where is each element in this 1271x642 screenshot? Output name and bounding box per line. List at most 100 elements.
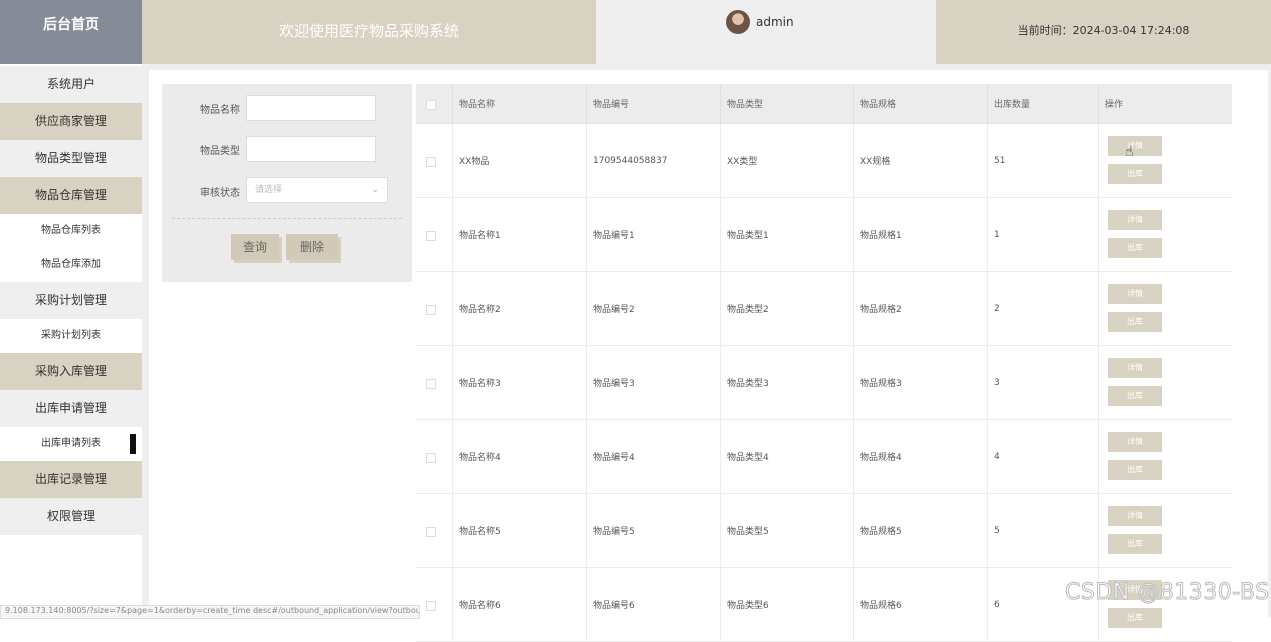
detail-button[interactable]: 详情 xyxy=(1108,432,1162,452)
table-row: 物品名称4 物品编号4 物品类型4 物品规格4 4 详情 出库 xyxy=(416,420,1232,494)
cell-qty: 3 xyxy=(994,377,1000,388)
delete-button[interactable]: 删除 xyxy=(286,234,338,260)
outbound-button[interactable]: 出库 xyxy=(1108,238,1162,258)
cell-type: 物品类型5 xyxy=(727,527,769,537)
sidebar-item-purchase-inbound[interactable]: 采购入库管理 xyxy=(0,353,142,390)
detail-button[interactable]: 详情 xyxy=(1108,358,1162,378)
cell-name: 物品名称4 xyxy=(459,453,501,463)
column-header-name: 物品名称 xyxy=(459,100,496,110)
row-checkbox[interactable] xyxy=(426,526,436,537)
column-header-code: 物品编号 xyxy=(593,100,630,110)
cell-spec: 物品规格4 xyxy=(860,453,902,463)
mouse-pointer-icon: ☝ xyxy=(1125,144,1134,160)
table-header: 物品名称 物品编号 物品类型 物品规格 出库数量 操作 xyxy=(416,84,1232,124)
cell-name: 物品名称5 xyxy=(459,527,501,537)
outbound-button[interactable]: 出库 xyxy=(1108,312,1162,332)
cell-name: 物品名称3 xyxy=(459,379,501,389)
avatar[interactable] xyxy=(726,10,750,34)
sidebar-item-outbound-request[interactable]: 出库申请管理 xyxy=(0,390,142,427)
cell-spec: 物品规格3 xyxy=(860,379,902,389)
cell-type: 物品类型1 xyxy=(727,231,769,241)
brand-title[interactable]: 后台首页 xyxy=(0,0,142,64)
column-divider xyxy=(1098,198,1099,271)
column-header-spec: 物品规格 xyxy=(860,100,897,110)
chevron-down-icon: ⌄ xyxy=(371,185,379,195)
item-type-label: 物品类型 xyxy=(200,146,240,157)
review-status-label: 审核状态 xyxy=(200,188,240,199)
row-checkbox[interactable] xyxy=(426,452,436,463)
form-divider xyxy=(172,218,402,219)
table-row: 物品名称5 物品编号5 物品类型5 物品规格5 5 详情 出库 xyxy=(416,494,1232,568)
watermark: CSDN @81330-BS xyxy=(1065,580,1270,606)
cell-type: 物品类型2 xyxy=(727,305,769,315)
column-header-type: 物品类型 xyxy=(727,100,764,110)
table-row: 物品名称1 物品编号1 物品类型1 物品规格1 1 详情 出库 xyxy=(416,198,1232,272)
row-checkbox[interactable] xyxy=(426,600,436,611)
sidebar-item-purchase-plan[interactable]: 采购计划管理 xyxy=(0,282,142,319)
cell-code: 物品编号3 xyxy=(593,379,635,389)
search-form: 物品名称 物品类型 审核状态 请选择 ⌄ 查询 删除 xyxy=(162,84,412,282)
cell-qty: 5 xyxy=(994,525,1000,536)
outbound-button[interactable]: 出库 xyxy=(1108,460,1162,480)
item-name-label: 物品名称 xyxy=(200,105,240,116)
column-divider xyxy=(1098,420,1099,493)
cell-type: XX类型 xyxy=(727,157,758,167)
select-all-checkbox[interactable] xyxy=(426,99,436,110)
item-type-input[interactable] xyxy=(246,136,376,162)
outbound-button[interactable]: 出库 xyxy=(1108,386,1162,406)
table-row: 物品名称2 物品编号2 物品类型2 物品规格2 2 详情 出库 xyxy=(416,272,1232,346)
cell-type: 物品类型4 xyxy=(727,453,769,463)
cell-name: XX物品 xyxy=(459,157,490,167)
cell-spec: 物品规格2 xyxy=(860,305,902,315)
sidebar-scroll-marker[interactable] xyxy=(130,434,136,454)
cell-code: 物品编号1 xyxy=(593,231,635,241)
review-status-placeholder: 请选择 xyxy=(255,185,283,195)
detail-button[interactable]: 详情 xyxy=(1108,136,1162,156)
detail-button[interactable]: 详情 xyxy=(1108,284,1162,304)
username[interactable]: admin xyxy=(756,15,794,29)
column-divider xyxy=(1098,124,1099,197)
cell-type: 物品类型3 xyxy=(727,379,769,389)
cell-qty: 51 xyxy=(994,155,1006,166)
outbound-button[interactable]: 出库 xyxy=(1108,608,1162,628)
row-checkbox[interactable] xyxy=(426,156,436,167)
sidebar-subitem-outbound-list[interactable]: 出库申请列表 xyxy=(0,427,142,461)
sidebar-item-warehouse[interactable]: 物品仓库管理 xyxy=(0,177,142,214)
item-name-input[interactable] xyxy=(246,95,376,121)
sidebar-subitem-warehouse-list[interactable]: 物品仓库列表 xyxy=(0,214,142,248)
cell-code: 物品编号6 xyxy=(593,601,635,611)
cell-code: 物品编号4 xyxy=(593,453,635,463)
table-row: XX物品 1709544058837 XX类型 XX规格 51 详情 出库 xyxy=(416,124,1232,198)
sidebar-item-suppliers[interactable]: 供应商家管理 xyxy=(0,103,142,140)
user-area[interactable]: admin xyxy=(596,0,936,64)
sidebar-item-outbound-records[interactable]: 出库记录管理 xyxy=(0,461,142,498)
cell-qty: 4 xyxy=(994,451,1000,462)
sidebar-subitem-plan-list[interactable]: 采购计划列表 xyxy=(0,319,142,353)
detail-button[interactable]: 详情 xyxy=(1108,506,1162,526)
cell-spec: XX规格 xyxy=(860,157,891,167)
column-divider xyxy=(1098,494,1099,567)
detail-button[interactable]: 详情 xyxy=(1108,210,1162,230)
welcome-banner: 欢迎使用医疗物品采购系统 xyxy=(142,0,596,64)
cell-code: 1709544058837 xyxy=(593,155,668,166)
outbound-button[interactable]: 出库 xyxy=(1108,164,1162,184)
sidebar: 系统用户 供应商家管理 物品类型管理 物品仓库管理 物品仓库列表 物品仓库添加 … xyxy=(0,64,142,617)
sidebar-item-item-types[interactable]: 物品类型管理 xyxy=(0,140,142,177)
query-button[interactable]: 查询 xyxy=(231,234,279,260)
row-checkbox[interactable] xyxy=(426,304,436,315)
column-header-actions: 操作 xyxy=(1105,100,1124,110)
current-time: 当前时间：2024-03-04 17:24:08 xyxy=(936,0,1271,64)
sidebar-item-system-users[interactable]: 系统用户 xyxy=(0,66,142,103)
table-row: 物品名称3 物品编号3 物品类型3 物品规格3 3 详情 出库 xyxy=(416,346,1232,420)
row-checkbox[interactable] xyxy=(426,230,436,241)
cell-spec: 物品规格6 xyxy=(860,601,902,611)
row-checkbox[interactable] xyxy=(426,378,436,389)
cell-name: 物品名称6 xyxy=(459,601,501,611)
sidebar-subitem-warehouse-add[interactable]: 物品仓库添加 xyxy=(0,248,142,282)
cell-spec: 物品规格1 xyxy=(860,231,902,241)
outbound-button[interactable]: 出库 xyxy=(1108,534,1162,554)
cell-code: 物品编号5 xyxy=(593,527,635,537)
review-status-select[interactable]: 请选择 ⌄ xyxy=(246,177,388,203)
column-header-qty: 出库数量 xyxy=(994,100,1031,110)
sidebar-item-permissions[interactable]: 权限管理 xyxy=(0,498,142,535)
